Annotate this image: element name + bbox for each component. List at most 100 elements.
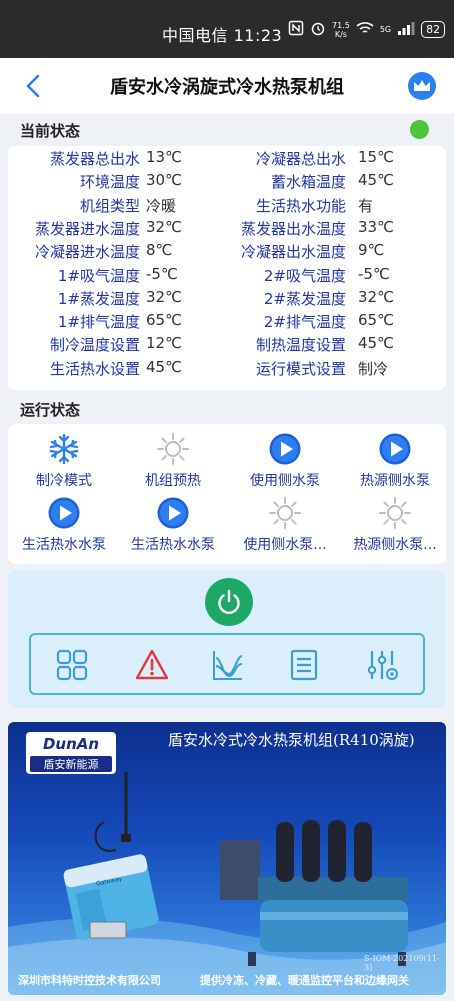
run-status-label: 制冷模式 (36, 473, 92, 489)
banner-code: S-IOM-202109(11-3) (364, 954, 440, 972)
parameter-row: 蒸发器进水温度 32℃ 蒸发器出水温度 33℃ (8, 218, 446, 241)
banner-company: 深圳市科特时控技术有限公司 (18, 974, 161, 987)
snowflake-icon (9, 432, 119, 466)
parameter-row: 生活热水设置 45℃ 运行模式设置 制冷 (8, 358, 446, 381)
alarm-icon (310, 20, 326, 39)
parameter-label: 运行模式设置 (255, 359, 346, 378)
parameter-label: 机组类型 (79, 196, 140, 215)
power-button[interactable] (205, 578, 253, 626)
run-status-item: 机组预热 (118, 432, 228, 490)
run-status-card: 制冷模式 机组预热 使用侧水泵 热源侧水泵 生活热水水泵 生活热水水泵 使用侧水泵... 热源… (8, 424, 446, 564)
parameter-value: 32℃ (146, 287, 182, 306)
parameter-value: -5℃ (358, 264, 390, 283)
trend-chart-button[interactable] (211, 648, 245, 682)
parameter-label: 蓄水箱温度 (270, 173, 346, 192)
parameter-value: 45℃ (146, 357, 182, 376)
parameter-value: 有 (358, 196, 374, 215)
banner-slogan: 提供冷冻、冷藏、暖通监控平台和边缘网关 (200, 974, 409, 987)
run-status-heading: 运行状态 (20, 401, 81, 419)
function-toolbar (29, 633, 425, 695)
status-icons: 71.5 K/s 5G 82 (288, 20, 446, 39)
parameter-row: 制冷温度设置 12℃ 制热温度设置 45℃ (8, 334, 446, 357)
crown-icon (414, 80, 430, 91)
parameter-row: 冷凝器进水温度 8℃ 冷凝器出水温度 9℃ (8, 241, 446, 264)
run-status-item: 热源侧水泵... (340, 496, 450, 554)
parameter-label: 1#吸气温度 (57, 266, 140, 285)
signal-icon (397, 21, 415, 38)
parameter-row: 蒸发器总出水 13℃ 冷凝器总出水 15℃ (8, 148, 446, 171)
list-icon (290, 649, 318, 681)
carrier-time: 中国电信 11:23 (162, 26, 283, 45)
run-status-label: 生活热水水泵 (22, 537, 106, 553)
run-status-item: 使用侧水泵... (230, 496, 340, 554)
parameter-label: 环境温度 (79, 173, 140, 192)
parameter-value: 13℃ (146, 148, 182, 166)
parameter-row: 环境温度 30℃ 蓄水箱温度 45℃ (8, 171, 446, 194)
parameter-value: -5℃ (146, 264, 178, 283)
run-status-label: 使用侧水泵 (250, 473, 320, 489)
parameter-value: 制冷 (358, 359, 389, 378)
parameter-value: 30℃ (146, 171, 182, 190)
play-icon (230, 432, 340, 466)
online-status-indicator (410, 120, 429, 139)
parameter-label: 冷凝器进水温度 (34, 243, 140, 262)
parameter-value: 45℃ (358, 334, 394, 353)
parameter-row: 1#排气温度 65℃ 2#排气温度 65℃ (8, 311, 446, 334)
control-panel (8, 570, 446, 708)
parameter-label: 制热温度设置 (255, 336, 346, 355)
parameter-value: 9℃ (358, 241, 385, 260)
play-icon (118, 496, 228, 530)
parameter-label: 蒸发器出水温度 (240, 219, 346, 238)
parameter-label: 1#蒸发温度 (57, 289, 140, 308)
run-status-item: 生活热水水泵 (9, 496, 119, 554)
dashboard-button[interactable] (55, 648, 89, 682)
logo-english: DunAn (42, 735, 100, 753)
parameter-value: 12℃ (146, 334, 182, 353)
run-status-label: 机组预热 (145, 473, 201, 489)
parameter-label: 2#排气温度 (263, 313, 346, 332)
banner-title: 盾安水冷式冷水热泵机组(R410涡旋) (168, 731, 415, 749)
parameter-row: 1#吸气温度 -5℃ 2#吸气温度 -5℃ (8, 265, 446, 288)
system-status-bar: 中国电信 11:23 71.5 K/s 5G 82 (0, 0, 454, 58)
play-icon (9, 496, 119, 530)
parameters-card: 蒸发器总出水 13℃ 冷凝器总出水 15℃ 环境温度 30℃ 蓄水箱温度 45℃ 机组类型 冷暖生… (8, 146, 446, 390)
parameter-value: 32℃ (146, 217, 182, 236)
parameter-row: 机组类型 冷暖 生活热水功能有 (8, 195, 446, 218)
parameter-value: 45℃ (358, 171, 394, 190)
parameter-label: 2#蒸发温度 (263, 289, 346, 308)
sun-icon (230, 496, 340, 530)
settings-button[interactable] (365, 648, 399, 682)
page-title: 盾安水冷涡旋式冷水热泵机组 (110, 77, 344, 98)
run-status-label: 热源侧水泵... (353, 537, 437, 553)
records-button[interactable] (287, 648, 321, 682)
wifi-icon (356, 21, 374, 38)
run-status-item: 制冷模式 (9, 432, 119, 490)
chart-icon (213, 651, 243, 680)
run-status-item: 使用侧水泵 (230, 432, 340, 490)
parameter-label: 2#吸气温度 (263, 266, 346, 285)
parameter-value: 65℃ (358, 311, 394, 330)
net-speed: 71.5 K/s (332, 21, 350, 39)
parameter-value: 32℃ (358, 287, 394, 306)
run-status-item: 生活热水水泵 (118, 496, 228, 554)
logo-chinese: 盾安新能源 (30, 756, 112, 772)
nfc-icon (288, 20, 304, 39)
parameter-label: 蒸发器总出水 (49, 150, 140, 168)
app-header: 盾安水冷涡旋式冷水热泵机组 (0, 58, 454, 114)
parameter-label: 生活热水功能 (255, 196, 346, 215)
play-icon (340, 432, 450, 466)
run-status-label: 生活热水水泵 (131, 537, 215, 553)
run-status-item: 热源侧水泵 (340, 432, 450, 490)
run-status-label: 热源侧水泵 (360, 473, 430, 489)
parameter-label: 生活热水设置 (49, 359, 140, 378)
signal-label: 5G (379, 25, 392, 34)
sliders-icon (367, 651, 398, 680)
parameter-value: 冷暖 (146, 196, 177, 215)
net-speed-value: 71.5 (332, 20, 350, 30)
net-speed-unit: K/s (334, 29, 347, 39)
vip-button[interactable] (408, 72, 436, 100)
current-status-heading: 当前状态 (20, 122, 81, 140)
sun-icon (340, 496, 450, 530)
alarm-button[interactable] (135, 648, 169, 682)
promo-banner: DunAn 盾安新能源 盾安水冷式冷水热泵机组(R410涡旋) Gateway … (8, 722, 446, 995)
